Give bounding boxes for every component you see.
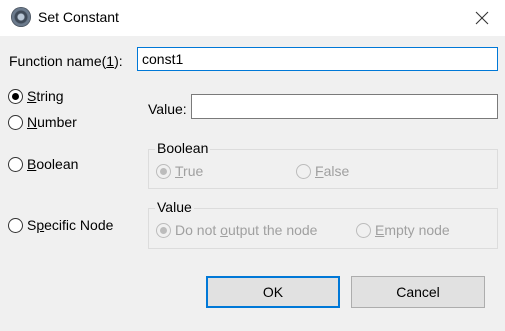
do-not-output-radio-button[interactable] [156, 222, 171, 238]
cancel-button[interactable]: Cancel [351, 276, 485, 308]
boolean-radio-button[interactable] [8, 156, 23, 172]
title-bar: Set Constant [0, 0, 505, 36]
true-radio[interactable]: True [156, 163, 203, 179]
function-name-input[interactable] [137, 47, 498, 71]
string-radio-label: String [27, 88, 64, 104]
function-name-label: Function name(1): [9, 53, 123, 69]
dialog-body: Function name(1): String Number Value: B… [0, 36, 505, 331]
empty-node-radio[interactable]: Empty node [356, 222, 450, 238]
boolean-radio[interactable]: Boolean [8, 156, 78, 172]
ok-button[interactable]: OK [206, 276, 340, 308]
node-value-group-title: Value [155, 199, 194, 215]
settings-gear-icon [11, 7, 31, 27]
false-radio-label: False [315, 163, 350, 179]
string-radio-button[interactable] [8, 88, 23, 104]
close-icon [475, 11, 489, 25]
specific-node-radio-label: Specific Node [27, 217, 114, 233]
window-title: Set Constant [38, 9, 119, 25]
number-radio[interactable]: Number [8, 114, 77, 130]
string-value-input[interactable] [191, 94, 498, 119]
specific-node-radio[interactable]: Specific Node [8, 217, 113, 233]
string-radio[interactable]: String [8, 88, 64, 104]
string-value-label: Value: [148, 101, 187, 117]
number-radio-label: Number [27, 114, 77, 130]
empty-node-radio-button[interactable] [356, 222, 371, 238]
close-button[interactable] [459, 0, 505, 36]
node-value-group: Value Do not output the node Empty node [148, 199, 498, 249]
empty-node-radio-label: Empty node [375, 222, 450, 238]
do-not-output-radio[interactable]: Do not output the node [156, 222, 317, 238]
do-not-output-radio-label: Do not output the node [175, 222, 318, 238]
true-radio-label: True [175, 163, 204, 179]
boolean-group: Boolean True False [148, 140, 498, 189]
boolean-group-title: Boolean [155, 140, 211, 156]
specific-node-radio-button[interactable] [8, 217, 23, 233]
true-radio-button[interactable] [156, 163, 171, 179]
number-radio-button[interactable] [8, 114, 23, 130]
false-radio[interactable]: False [296, 163, 349, 179]
false-radio-button[interactable] [296, 163, 311, 179]
boolean-radio-label: Boolean [27, 156, 79, 172]
